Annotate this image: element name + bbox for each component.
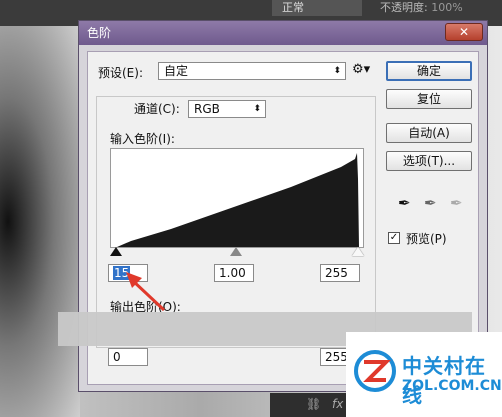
preset-value: 自定 <box>164 64 189 78</box>
output-white-value: 255 <box>325 350 348 364</box>
input-levels-label: 输入色阶(I): <box>110 132 175 146</box>
preview-checkbox[interactable]: ✓ <box>388 232 400 244</box>
zol-watermark: 中关村在线 ZOL.COM.CN <box>346 332 502 417</box>
fx-icon[interactable]: fx <box>332 397 343 411</box>
black-point-handle[interactable] <box>110 247 122 256</box>
white-eyedropper-icon[interactable]: ✒ <box>450 194 463 212</box>
canvas-background <box>0 26 80 417</box>
dialog-title: 色阶 <box>79 21 487 45</box>
output-black-value: 0 <box>113 350 121 364</box>
output-black-field[interactable]: 0 <box>108 348 148 366</box>
input-levels-slider[interactable] <box>110 247 364 259</box>
zol-logo-icon <box>354 350 396 392</box>
input-gamma-field[interactable]: 1.00 <box>214 264 254 282</box>
preview-label[interactable]: 预览(P) <box>406 230 447 247</box>
auto-button[interactable]: 自动(A) <box>386 123 472 143</box>
gray-eyedropper-icon[interactable]: ✒ <box>424 194 437 212</box>
black-eyedropper-icon[interactable]: ✒ <box>398 194 411 212</box>
opacity-value[interactable]: 100% <box>431 1 462 14</box>
annotation-arrow-icon <box>126 272 166 312</box>
dropdown-arrow-icon: ⬍ <box>333 66 341 76</box>
input-white-value: 255 <box>325 266 348 280</box>
opacity-readout: 不透明度: 100% <box>380 0 502 16</box>
channel-select[interactable]: RGB ⬍ <box>188 100 266 118</box>
blend-mode-select[interactable]: 正常 <box>272 0 362 16</box>
channel-label: 通道(C): <box>132 100 182 117</box>
midtone-handle[interactable] <box>230 247 242 256</box>
ok-button[interactable]: 确定 <box>386 61 472 81</box>
watermark-en: ZOL.COM.CN <box>402 378 502 394</box>
link-icon[interactable]: ⛓ <box>306 397 321 411</box>
dropdown-arrow-icon: ⬍ <box>253 104 261 114</box>
opacity-label: 不透明度: <box>380 1 428 14</box>
preset-select[interactable]: 自定 ⬍ <box>158 62 346 80</box>
input-white-field[interactable]: 255 <box>320 264 360 282</box>
reset-button[interactable]: 复位 <box>386 89 472 109</box>
preset-label: 预设(E): <box>98 66 143 80</box>
channel-value: RGB <box>194 102 220 116</box>
options-button[interactable]: 选项(T)... <box>386 151 472 171</box>
histogram <box>110 148 364 248</box>
histogram-graph <box>117 153 359 247</box>
close-button[interactable]: ✕ <box>445 23 483 41</box>
gear-icon[interactable]: ⚙▾ <box>352 62 370 77</box>
white-point-handle[interactable] <box>352 247 364 256</box>
input-gamma-value: 1.00 <box>219 266 246 280</box>
